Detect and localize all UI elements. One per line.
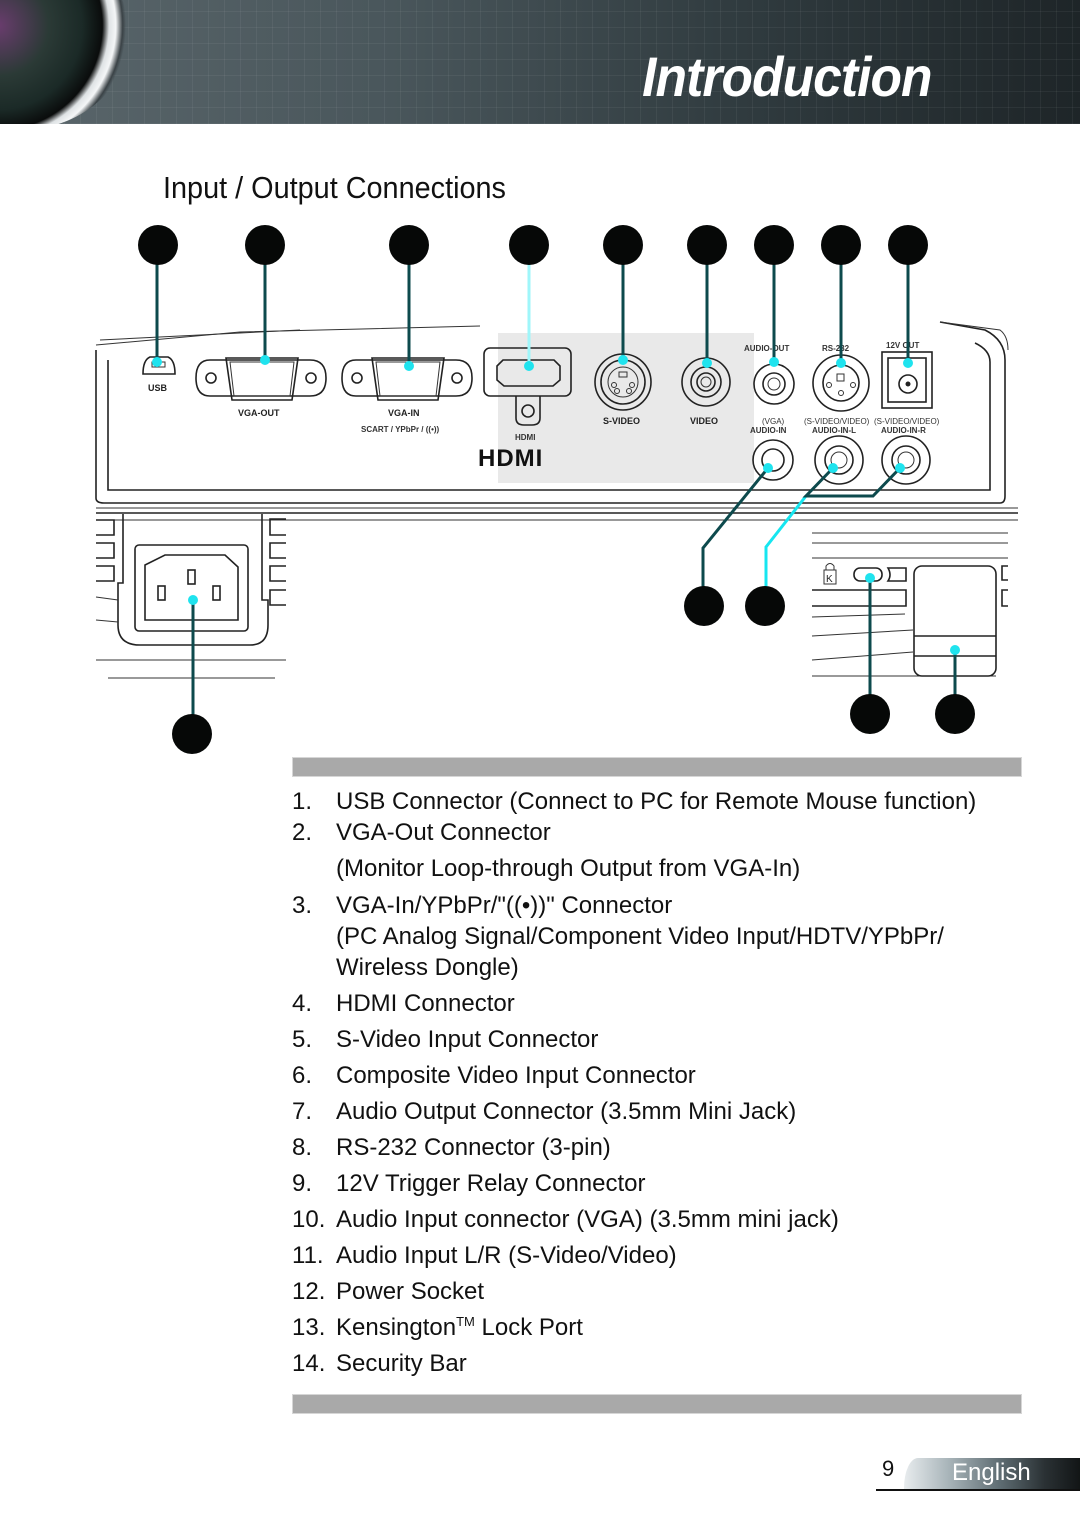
legend-item-9: 9. 12V Trigger Relay Connector — [292, 1170, 646, 1197]
legend-item-14: 14. Security Bar — [292, 1350, 467, 1377]
port-label-12v-out: 12V OUT — [886, 341, 919, 350]
trademark-mark: TM — [456, 1314, 475, 1329]
callout-5 — [603, 225, 643, 265]
port-label-audio-in-l: AUDIO-IN-L — [812, 426, 856, 435]
legend-item-2-detail: (Monitor Loop-through Output from VGA-In… — [336, 855, 801, 882]
legend-item-10: 10. Audio Input connector (VGA) (3.5mm mi… — [292, 1206, 839, 1233]
legend-item-3: 3. VGA-In/YPbPr/"((•))" Connector — [292, 892, 673, 919]
legend-item-12: 12. Power Socket — [292, 1278, 485, 1305]
port-label-audio-out: AUDIO-OUT — [744, 344, 789, 353]
port-label-rs232: RS-232 — [822, 344, 850, 353]
audio-lr-note: (S-VIDEO/VIDEO) — [804, 417, 870, 426]
callout-2 — [245, 225, 285, 265]
legend-item-13: 13. KensingtonTM Lock Port — [292, 1314, 583, 1341]
port-label-vga-in-sub: SCART / YPbPr / ((•)) — [361, 425, 440, 434]
port-label-vga-in: VGA-IN — [388, 408, 420, 418]
port-label-hdmi: HDMI — [515, 433, 535, 442]
connections-diagram: K USB VGA-OUT VGA-IN SCART / YPbPr / ((•… — [95, 225, 1018, 754]
legend-item-8: 8. RS-232 Connector (3-pin) — [292, 1134, 611, 1161]
audio-in-vga-note: (VGA) — [762, 417, 785, 426]
callout-7 — [754, 225, 794, 265]
callout-3 — [389, 225, 429, 265]
legend-item-4: 4. HDMI Connector — [292, 990, 515, 1017]
legend-item-3-detail: (PC Analog Signal/Component Video Input/… — [336, 923, 944, 950]
callout-13 — [850, 694, 890, 734]
kensington-lock-icon: K — [823, 563, 837, 585]
language-label: English — [952, 1459, 1031, 1486]
callout-9 — [888, 225, 928, 265]
legend-bottom-bar — [292, 1394, 1022, 1414]
legend-item-3-detail-2: Wireless Dongle) — [336, 954, 519, 981]
callout-8 — [821, 225, 861, 265]
audio-lr-note-2: (S-VIDEO/VIDEO) — [874, 417, 940, 426]
port-label-video: VIDEO — [690, 416, 718, 426]
callout-4 — [509, 225, 549, 265]
port-label-vga-out: VGA-OUT — [238, 408, 280, 418]
vga-out-port: VGA-OUT — [195, 357, 327, 418]
legend-top-bar — [292, 757, 1022, 777]
legend-item-11: 11. Audio Input L/R (S-Video/Video) — [292, 1242, 677, 1269]
svg-text:K: K — [826, 574, 833, 585]
security-section: K — [811, 532, 1008, 677]
callout-11 — [745, 586, 785, 626]
callout-6 — [687, 225, 727, 265]
port-label-audio-in-r: AUDIO-IN-R — [881, 426, 926, 435]
legend-item-7: 7. Audio Output Connector (3.5mm Mini Jac… — [292, 1098, 797, 1125]
hdmi-logo: HDMI — [478, 445, 543, 472]
legend-item-6: 6. Composite Video Input Connector — [292, 1062, 696, 1089]
port-label-s-video: S-VIDEO — [603, 416, 640, 426]
callout-10 — [684, 586, 724, 626]
legend-item-1: 1. USB Connector (Connect to PC for Remot… — [292, 788, 977, 815]
port-label-audio-in: AUDIO-IN — [750, 426, 787, 435]
port-label-usb: USB — [148, 383, 168, 393]
audio-in-ports: (VGA) (S-VIDEO/VIDEO) (S-VIDEO/VIDEO) AU… — [750, 417, 940, 485]
callout-1 — [138, 225, 178, 265]
callout-14 — [935, 694, 975, 734]
legend-item-5: 5. S-Video Input Connector — [292, 1026, 599, 1053]
callout-12 — [172, 714, 212, 754]
page-number: 9 — [882, 1456, 895, 1481]
legend-item-2: 2. VGA-Out Connector — [292, 819, 551, 846]
footer-divider — [876, 1489, 1080, 1491]
